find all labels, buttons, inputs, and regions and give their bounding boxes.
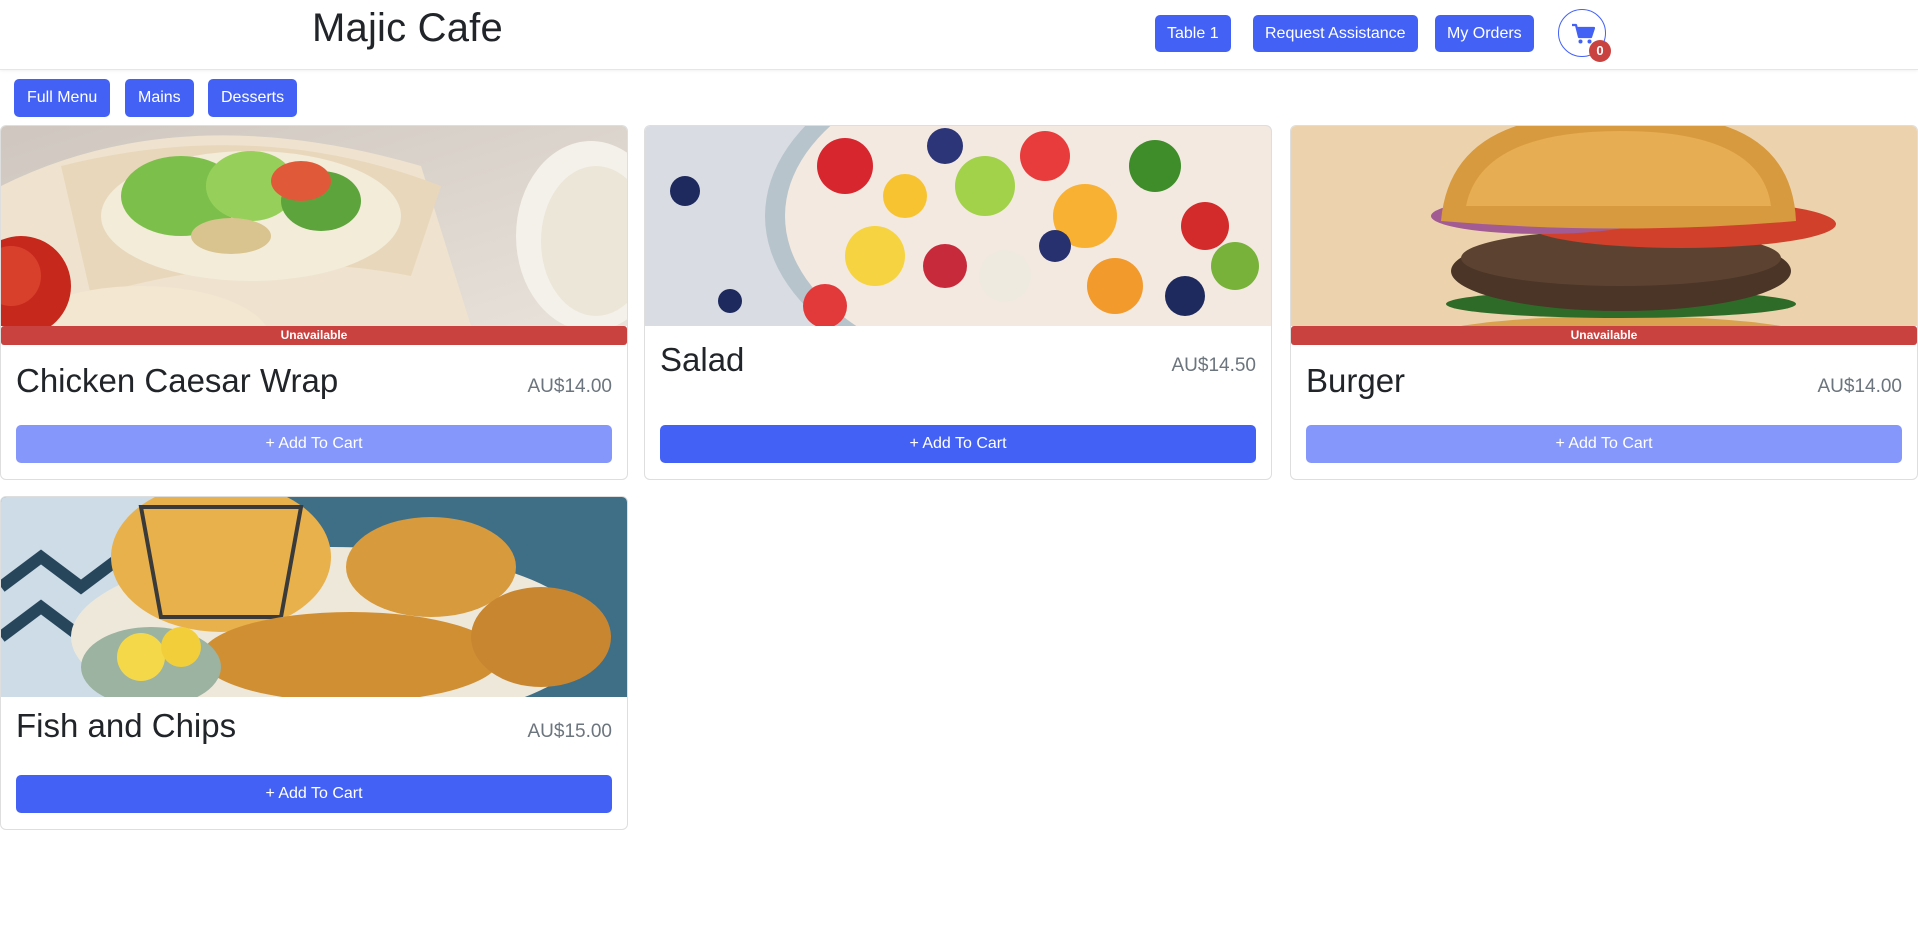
table-button[interactable]: Table 1: [1155, 15, 1231, 52]
unavailable-badge: Unavailable: [1291, 326, 1917, 345]
add-to-cart-button[interactable]: + Add To Cart: [1306, 425, 1902, 463]
category-mains-button[interactable]: Mains: [125, 79, 194, 117]
fish-and-chips-image: [1, 497, 627, 697]
salad-image: [645, 126, 1271, 326]
request-assistance-button[interactable]: Request Assistance: [1253, 15, 1418, 52]
menu-item-card: Unavailable Burger AU$14.00 + Add To Car…: [1290, 125, 1918, 480]
top-navbar: Majic Cafe Table 1 Request Assistance My…: [0, 0, 1918, 70]
add-to-cart-button[interactable]: + Add To Cart: [16, 425, 612, 463]
menu-item-price: AU$14.00: [527, 376, 612, 397]
menu-item-name: Salad: [660, 341, 745, 378]
menu-item-name: Fish and Chips: [16, 707, 237, 744]
add-to-cart-button[interactable]: + Add To Cart: [16, 775, 612, 813]
menu-item-price: AU$15.00: [527, 721, 612, 742]
menu-item-card: Fish and Chips AU$15.00 + Add To Cart: [0, 496, 628, 830]
cart-button[interactable]: 0: [1558, 9, 1611, 62]
burger-image: [1291, 126, 1917, 326]
menu-item-card: Unavailable Chicken Caesar Wrap AU$14.00…: [0, 125, 628, 480]
category-full-menu-button[interactable]: Full Menu: [14, 79, 111, 117]
category-desserts-button[interactable]: Desserts: [208, 79, 298, 117]
menu-item-price: AU$14.00: [1817, 376, 1902, 397]
shopping-cart-icon: [1572, 23, 1595, 44]
add-to-cart-button[interactable]: + Add To Cart: [660, 425, 1256, 463]
my-orders-button[interactable]: My Orders: [1435, 15, 1534, 52]
brand-title: Majic Cafe: [312, 6, 503, 50]
menu-item-price: AU$14.50: [1171, 355, 1256, 376]
chicken-caesar-wrap-image: [1, 126, 627, 326]
cart-count-badge: 0: [1589, 40, 1611, 62]
unavailable-badge: Unavailable: [1, 326, 627, 345]
menu-item-name: Chicken Caesar Wrap: [16, 362, 339, 399]
menu-item-name: Burger: [1306, 362, 1406, 399]
menu-item-card: Salad AU$14.50 + Add To Cart: [644, 125, 1272, 480]
